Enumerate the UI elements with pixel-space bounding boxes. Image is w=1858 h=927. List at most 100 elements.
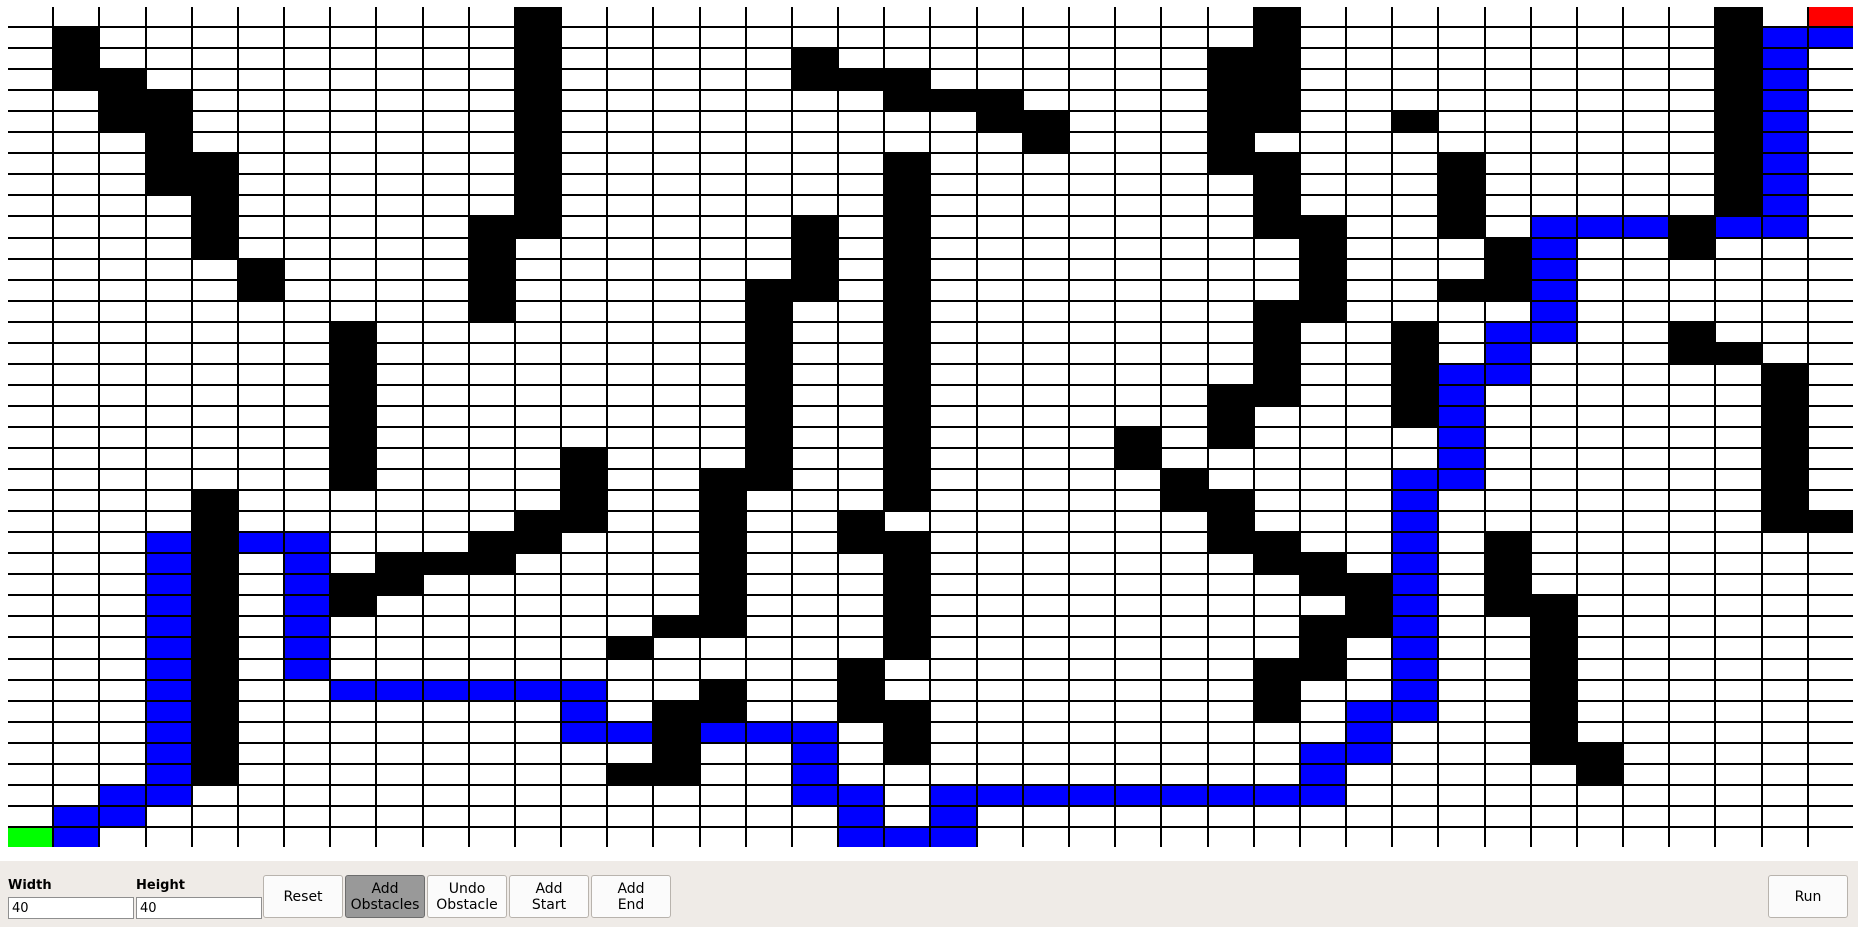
obstacle-cell[interactable] xyxy=(1485,280,1530,300)
grid-cell[interactable] xyxy=(1116,301,1161,321)
grid-cell[interactable] xyxy=(331,743,376,763)
path-cell[interactable] xyxy=(146,596,191,616)
obstacle-cell[interactable] xyxy=(885,596,930,616)
grid-cell[interactable] xyxy=(746,512,791,532)
grid-cell[interactable] xyxy=(562,343,607,363)
grid-cell[interactable] xyxy=(562,196,607,216)
obstacle-cell[interactable] xyxy=(192,554,237,574)
obstacle-cell[interactable] xyxy=(377,554,422,574)
grid-cell[interactable] xyxy=(1208,196,1253,216)
grid-cell[interactable] xyxy=(515,827,561,847)
grid-cell[interactable] xyxy=(746,785,791,805)
grid-cell[interactable] xyxy=(1116,133,1161,153)
grid-cell[interactable] xyxy=(1347,343,1392,363)
grid-cell[interactable] xyxy=(515,806,561,826)
grid-cell[interactable] xyxy=(700,301,745,321)
grid-cell[interactable] xyxy=(608,533,653,553)
grid-cell[interactable] xyxy=(839,175,884,195)
grid-cell[interactable] xyxy=(1624,112,1669,132)
obstacle-cell[interactable] xyxy=(885,259,930,279)
grid-cell[interactable] xyxy=(1531,575,1576,595)
obstacle-cell[interactable] xyxy=(377,575,422,595)
grid-cell[interactable] xyxy=(839,743,884,763)
grid-cell[interactable] xyxy=(8,385,53,405)
grid-cell[interactable] xyxy=(469,322,514,342)
path-cell[interactable] xyxy=(1762,49,1807,69)
grid-cell[interactable] xyxy=(1023,638,1069,658)
path-cell[interactable] xyxy=(1439,406,1484,426)
grid-cell[interactable] xyxy=(238,427,284,448)
grid-cell[interactable] xyxy=(285,827,330,847)
obstacle-cell[interactable] xyxy=(839,680,884,700)
grid-cell[interactable] xyxy=(192,385,237,405)
path-cell[interactable] xyxy=(515,680,561,700)
grid-cell[interactable] xyxy=(8,659,53,679)
obstacle-cell[interactable] xyxy=(1208,491,1253,511)
grid-cell[interactable] xyxy=(1162,596,1207,616)
grid-cell[interactable] xyxy=(54,680,99,700)
grid-cell[interactable] xyxy=(792,175,838,195)
grid-cell[interactable] xyxy=(1300,449,1346,469)
grid-cell[interactable] xyxy=(608,364,653,384)
grid-cell[interactable] xyxy=(1670,28,1715,48)
grid-cell[interactable] xyxy=(1808,554,1853,574)
grid-cell[interactable] xyxy=(192,427,237,448)
obstacle-cell[interactable] xyxy=(1208,112,1253,132)
grid-cell[interactable] xyxy=(839,91,884,111)
grid-cell[interactable] xyxy=(977,7,1022,27)
grid-cell[interactable] xyxy=(977,427,1022,448)
grid-cell[interactable] xyxy=(377,743,422,763)
obstacle-cell[interactable] xyxy=(746,449,791,469)
grid-cell[interactable] xyxy=(885,659,930,679)
grid-cell[interactable] xyxy=(8,49,53,69)
grid-cell[interactable] xyxy=(54,470,99,490)
grid-cell[interactable] xyxy=(469,364,514,384)
grid-cell[interactable] xyxy=(977,638,1022,658)
obstacle-cell[interactable] xyxy=(1670,322,1715,342)
obstacle-cell[interactable] xyxy=(1208,49,1253,69)
grid-cell[interactable] xyxy=(1531,133,1576,153)
grid-cell[interactable] xyxy=(1208,301,1253,321)
obstacle-cell[interactable] xyxy=(700,596,745,616)
grid-cell[interactable] xyxy=(792,133,838,153)
grid-cell[interactable] xyxy=(931,259,976,279)
grid-cell[interactable] xyxy=(377,827,422,847)
grid-cell[interactable] xyxy=(562,322,607,342)
obstacle-cell[interactable] xyxy=(1254,533,1299,553)
grid-cell[interactable] xyxy=(54,196,99,216)
grid-cell[interactable] xyxy=(839,322,884,342)
grid-cell[interactable] xyxy=(1670,427,1715,448)
grid-cell[interactable] xyxy=(931,659,976,679)
obstacle-cell[interactable] xyxy=(192,575,237,595)
grid-cell[interactable] xyxy=(792,533,838,553)
grid-cell[interactable] xyxy=(1023,280,1069,300)
grid-cell[interactable] xyxy=(238,175,284,195)
grid-cell[interactable] xyxy=(192,301,237,321)
grid-cell[interactable] xyxy=(1070,301,1115,321)
grid-cell[interactable] xyxy=(1023,91,1069,111)
grid-cell[interactable] xyxy=(1300,701,1346,721)
grid-cell[interactable] xyxy=(746,827,791,847)
grid-cell[interactable] xyxy=(654,596,699,616)
grid-cell[interactable] xyxy=(1531,491,1576,511)
grid-cell[interactable] xyxy=(1070,238,1115,258)
obstacle-cell[interactable] xyxy=(885,70,930,90)
grid-cell[interactable] xyxy=(1670,449,1715,469)
grid-cell[interactable] xyxy=(1624,659,1669,679)
end-cell[interactable] xyxy=(1808,7,1853,27)
grid-cell[interactable] xyxy=(1808,70,1853,90)
grid-cell[interactable] xyxy=(331,764,376,784)
grid-cell[interactable] xyxy=(146,238,191,258)
grid-cell[interactable] xyxy=(1624,512,1669,532)
grid-cell[interactable] xyxy=(377,596,422,616)
path-cell[interactable] xyxy=(1531,217,1576,237)
grid-cell[interactable] xyxy=(1531,28,1576,48)
grid-cell[interactable] xyxy=(1531,806,1576,826)
grid-cell[interactable] xyxy=(1023,491,1069,511)
grid-cell[interactable] xyxy=(1393,280,1438,300)
grid-cell[interactable] xyxy=(1116,827,1161,847)
grid-cell[interactable] xyxy=(469,427,514,448)
grid-cell[interactable] xyxy=(8,764,53,784)
grid-cell[interactable] xyxy=(238,238,284,258)
grid-cell[interactable] xyxy=(1531,70,1576,90)
